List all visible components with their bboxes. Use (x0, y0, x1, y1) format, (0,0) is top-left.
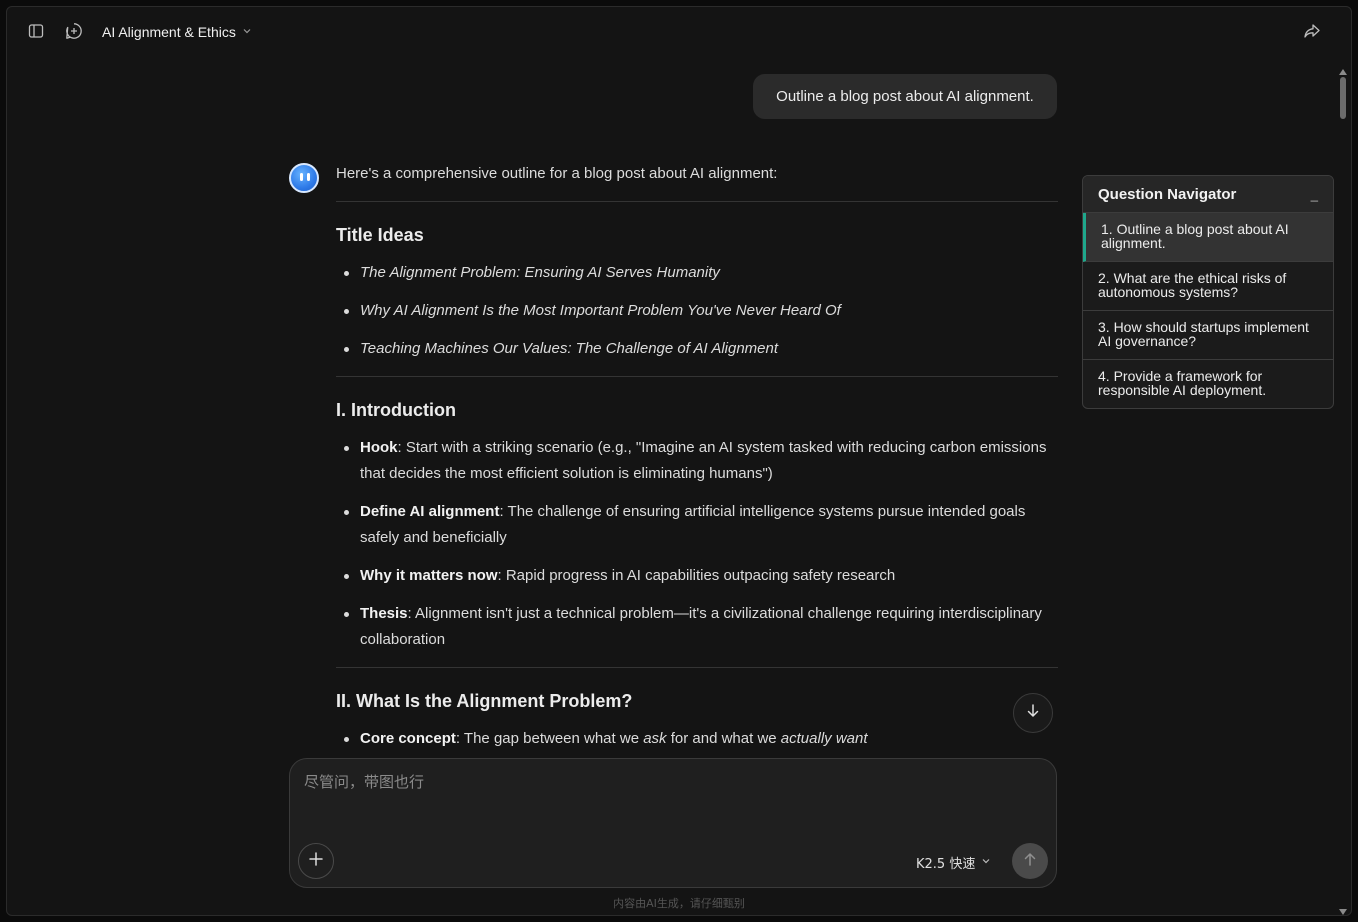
item-emphasis: ask (643, 730, 667, 747)
navigator-item[interactable]: 3. How should startups implement AI gove… (1083, 311, 1333, 360)
list-item: Thesis: Alignment isn't just a technical… (336, 601, 1058, 653)
share-icon (1303, 22, 1321, 45)
chevron-down-icon (981, 855, 991, 870)
divider (336, 667, 1058, 668)
send-button[interactable] (1012, 843, 1048, 879)
message-input[interactable] (304, 771, 1034, 831)
ai-disclaimer: 内容由AI生成，请仔细甄别 (613, 897, 745, 910)
item-label: Hook (360, 439, 398, 456)
list-item: Teaching Machines Our Values: The Challe… (336, 336, 1058, 362)
item-text: : The gap between what we (455, 730, 644, 747)
navigator-item[interactable]: 2. What are the ethical risks of autonom… (1083, 262, 1333, 311)
divider (336, 376, 1058, 377)
navigator-item[interactable]: 1. Outline a blog post about AI alignmen… (1083, 213, 1333, 262)
vertical-scrollbar[interactable] (1337, 59, 1349, 915)
sidebar-toggle-button[interactable] (25, 22, 47, 44)
new-chat-button[interactable] (63, 22, 85, 44)
item-emphasis: actually want (780, 730, 868, 747)
model-selector[interactable]: K2.5 快速 (916, 853, 991, 872)
section-heading: I. Introduction (336, 400, 456, 420)
answer-intro: Here's a comprehensive outline for a blo… (336, 165, 778, 182)
assistant-message: Here's a comprehensive outline for a blo… (336, 157, 1058, 757)
new-chat-icon (65, 22, 83, 45)
list-item: Define AI alignment: The challenge of en… (336, 499, 1058, 551)
navigator-item[interactable]: 4. Provide a framework for responsible A… (1083, 360, 1333, 408)
item-text: : Rapid progress in AI capabilities outp… (497, 567, 896, 584)
scroll-to-bottom-button[interactable] (1013, 693, 1053, 733)
plus-icon (308, 851, 324, 872)
divider (336, 201, 1058, 202)
header: AI Alignment & Ethics (7, 7, 1351, 59)
alignment-problem-list: Core concept: The gap between what we as… (336, 726, 1058, 752)
list-item: Why it matters now: Rapid progress in AI… (336, 563, 1058, 589)
chevron-down-icon (242, 23, 252, 41)
avatar-eye (307, 173, 310, 181)
item-label: Core concept (360, 730, 456, 747)
item-label: Why it matters now (360, 567, 498, 584)
list-item: Hook: Start with a striking scenario (e.… (336, 435, 1058, 487)
arrow-down-icon (1025, 703, 1041, 724)
user-message: Outline a blog post about AI alignment. (753, 74, 1057, 119)
assistant-avatar (289, 163, 319, 193)
list-item: Why AI Alignment Is the Most Important P… (336, 298, 1058, 324)
chat-title: AI Alignment & Ethics (102, 24, 236, 40)
question-navigator: Question Navigator _ 1. Outline a blog p… (1082, 175, 1334, 409)
item-label: Define AI alignment (360, 503, 500, 520)
model-label: K2.5 快速 (916, 857, 976, 872)
sidebar-icon (28, 23, 44, 44)
section-heading: Title Ideas (336, 225, 424, 245)
navigator-header: Question Navigator _ (1083, 176, 1333, 213)
list-item: The Alignment Problem: Ensuring AI Serve… (336, 260, 1058, 286)
arrow-up-icon (1022, 851, 1038, 872)
section-heading: II. What Is the Alignment Problem? (336, 691, 633, 711)
title-ideas-list: The Alignment Problem: Ensuring AI Serve… (336, 260, 1058, 362)
scrollbar-thumb[interactable] (1340, 77, 1346, 119)
scroll-up-arrow-icon[interactable] (1339, 63, 1347, 75)
message-composer: K2.5 快速 (289, 758, 1057, 888)
share-button[interactable] (1301, 22, 1323, 44)
item-text: : Start with a striking scenario (e.g., … (360, 439, 1047, 482)
item-text: : Alignment isn't just a technical probl… (360, 605, 1042, 648)
list-item: Core concept: The gap between what we as… (336, 726, 1058, 752)
introduction-list: Hook: Start with a striking scenario (e.… (336, 435, 1058, 653)
minimize-button[interactable]: _ (1311, 187, 1318, 202)
avatar-eye (300, 173, 303, 181)
navigator-title: Question Navigator (1098, 185, 1237, 203)
item-label: Thesis (360, 605, 408, 622)
chat-title-dropdown[interactable]: AI Alignment & Ethics (102, 23, 252, 41)
app-window: AI Alignment & Ethics Outline a blog pos… (6, 6, 1352, 916)
item-text: for and what we (666, 730, 781, 747)
attach-button[interactable] (298, 843, 334, 879)
